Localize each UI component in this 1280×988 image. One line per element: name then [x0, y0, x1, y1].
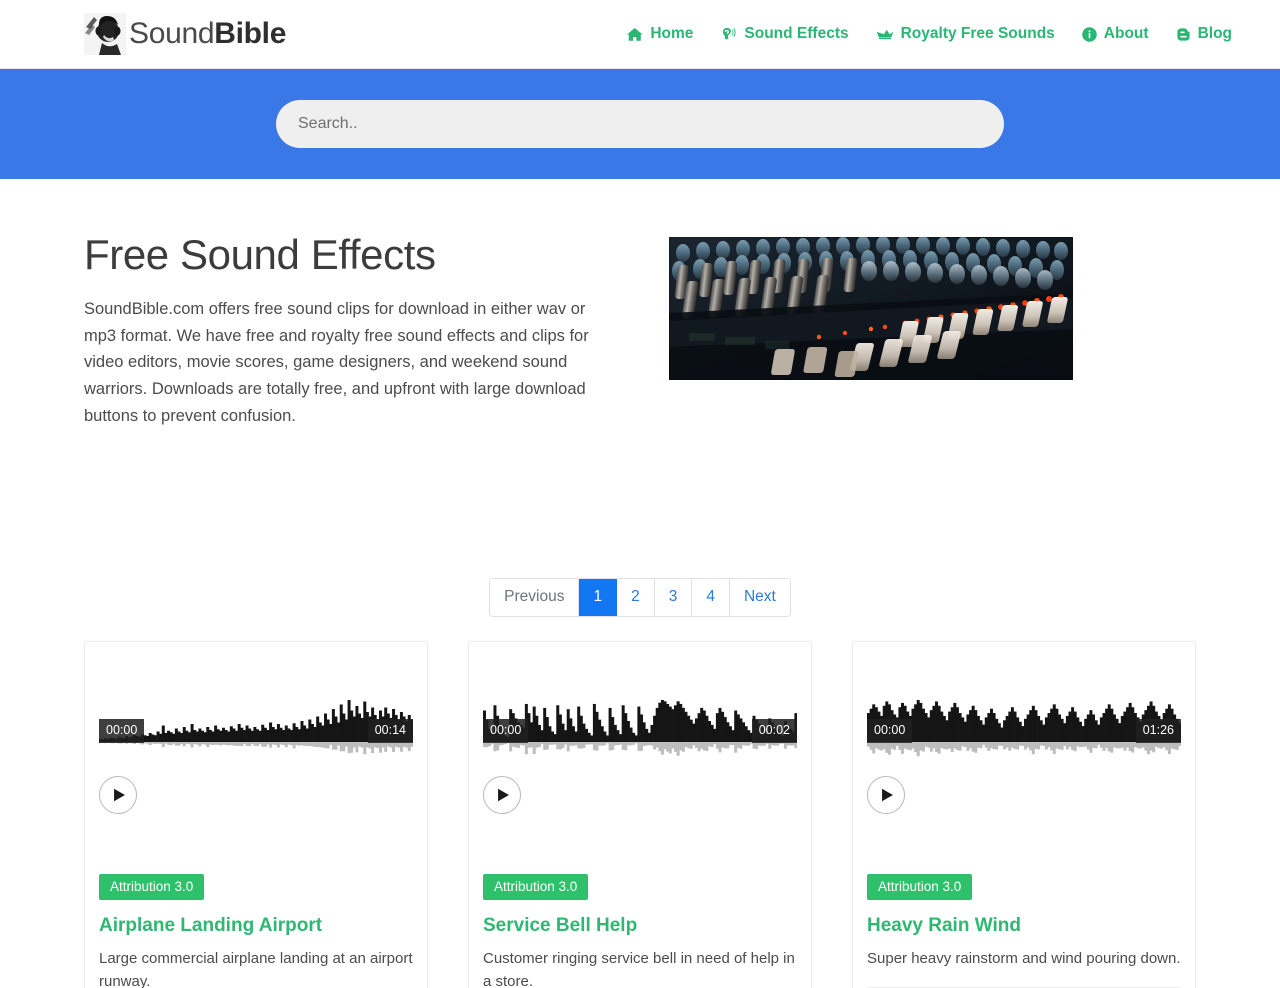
time-start-label: 00:00 — [483, 719, 529, 743]
brand-name-bold: Bible — [214, 17, 287, 50]
audio-mixing-console-image — [669, 237, 1073, 380]
brand-name: SoundBible — [126, 19, 286, 49]
nav-item-sound-effects-label: Sound Effects — [744, 25, 849, 42]
ear-icon — [720, 27, 737, 42]
nav-item-blog[interactable]: Blog — [1176, 25, 1232, 43]
site-header: SoundBible Home Sound Effects Royalty Fr… — [0, 0, 1280, 69]
page-title: Free Sound Effects — [84, 231, 436, 278]
time-end-label: 00:02 — [751, 719, 797, 743]
waveform-player[interactable]: 00:00 00:14 — [99, 698, 413, 760]
waveform-area: 00:00 01:26 — [853, 642, 1195, 760]
sound-description: Customer ringing service bell in need of… — [483, 949, 795, 988]
card-body: Attribution 3.0 Airplane Landing Airport… — [85, 814, 427, 988]
headphones-person-logo-icon — [84, 13, 126, 55]
waveform-2 — [867, 699, 1181, 756]
hero-description: SoundBible.com offers free sound clips f… — [84, 300, 589, 425]
pagination-page-3[interactable]: 3 — [654, 578, 693, 616]
waveform-area: 00:00 00:02 — [469, 642, 811, 760]
waveform-player[interactable]: 00:00 00:02 — [483, 698, 797, 760]
time-end-label: 00:14 — [367, 719, 413, 743]
nav-item-about[interactable]: About — [1082, 25, 1149, 43]
time-end-label: 01:26 — [1135, 719, 1181, 743]
sound-description: Super heavy rainstorm and wind pouring d… — [867, 949, 1181, 967]
time-start-label: 00:00 — [867, 719, 913, 743]
home-icon — [627, 27, 643, 42]
search-band — [0, 69, 1280, 179]
pagination-page-4[interactable]: 4 — [692, 578, 730, 616]
hero-text-column: Free Sound Effects SoundBible.com offers… — [84, 231, 629, 430]
info-circle-icon — [1082, 26, 1097, 42]
search-input[interactable] — [276, 100, 1004, 148]
hero-section: Free Sound Effects SoundBible.com offers… — [0, 179, 1280, 430]
sound-card: 00:00 00:02 Attribution 3.0 Service Bell… — [468, 640, 812, 988]
nav-item-about-label: About — [1103, 25, 1149, 42]
license-badge[interactable]: Attribution 3.0 — [99, 873, 205, 901]
sound-title-link[interactable]: Service Bell Help — [483, 915, 797, 938]
pagination: Previous 1 2 3 4 Next — [489, 577, 791, 617]
crown-icon — [876, 27, 894, 41]
pagination-page-1[interactable]: 1 — [579, 578, 618, 616]
nav-item-home[interactable]: Home — [627, 25, 693, 43]
blogger-icon — [1176, 27, 1191, 42]
play-row — [85, 760, 427, 814]
play-icon — [111, 788, 126, 802]
play-button[interactable] — [483, 775, 521, 814]
sound-card: 00:00 01:26 Attribution 3.0 Heavy Rain W… — [852, 640, 1196, 988]
sound-title-link[interactable]: Heavy Rain Wind — [867, 915, 1181, 938]
play-icon — [879, 788, 894, 802]
hero-image-column — [669, 231, 1073, 430]
brand-name-light: Sound — [129, 17, 215, 50]
play-row — [853, 760, 1195, 814]
sound-card: 00:00 00:14 Attribution 3.0 Airplane Lan… — [84, 640, 428, 988]
play-button[interactable] — [867, 775, 905, 814]
nav-item-blog-label: Blog — [1197, 25, 1232, 42]
nav-item-royalty-free-sounds[interactable]: Royalty Free Sounds — [876, 25, 1055, 43]
waveform-0 — [99, 699, 413, 754]
pagination-page-2[interactable]: 2 — [617, 578, 655, 616]
time-start-label: 00:00 — [99, 719, 145, 743]
card-body: Attribution 3.0 Heavy Rain Wind Super he… — [853, 814, 1195, 988]
pagination-next[interactable]: Next — [729, 578, 790, 616]
sound-card-grid: 00:00 00:14 Attribution 3.0 Airplane Lan… — [0, 617, 1280, 988]
nav-item-home-label: Home — [650, 25, 694, 42]
card-body: Attribution 3.0 Service Bell Help Custom… — [469, 814, 811, 988]
play-button[interactable] — [99, 775, 137, 814]
sound-title-link[interactable]: Airplane Landing Airport — [99, 915, 413, 938]
license-badge[interactable]: Attribution 3.0 — [867, 873, 973, 901]
play-icon — [495, 788, 510, 802]
waveform-player[interactable]: 00:00 01:26 — [867, 698, 1181, 760]
license-badge[interactable]: Attribution 3.0 — [483, 873, 589, 901]
waveform-area: 00:00 00:14 — [85, 642, 427, 760]
nav-item-sound-effects[interactable]: Sound Effects — [720, 25, 849, 43]
sound-description: Large commercial airplane landing at an … — [99, 949, 413, 988]
main-navigation: Home Sound Effects Royalty Free Sounds A… — [627, 25, 1232, 43]
waveform-1 — [483, 699, 797, 756]
pagination-wrapper: Previous 1 2 3 4 Next — [0, 577, 1280, 617]
play-row — [469, 760, 811, 814]
site-logo-link[interactable]: SoundBible — [84, 13, 286, 55]
pagination-previous[interactable]: Previous — [490, 578, 580, 616]
nav-item-royalty-free-sounds-label: Royalty Free Sounds — [900, 25, 1055, 42]
